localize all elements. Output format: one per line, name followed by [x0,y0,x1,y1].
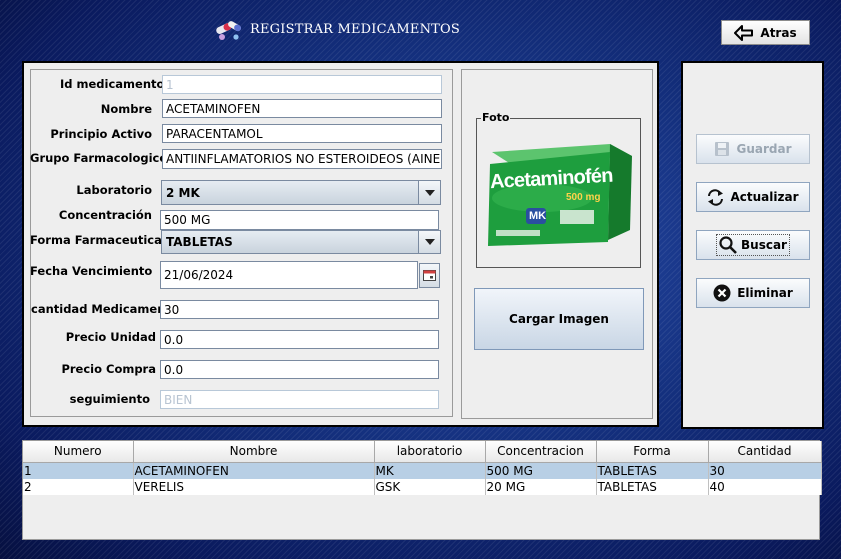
eliminar-label: Eliminar [737,286,793,300]
table-cell: MK [374,462,486,479]
fecha-label: Fecha Vencimiento [30,264,153,278]
laboratorio-value: 2 MK [166,185,200,200]
table-header: Numero Nombre laboratorio Concentracion … [23,441,822,463]
actualizar-label: Actualizar [730,190,799,204]
forma-select[interactable]: TABLETAS [161,230,441,254]
cantidad-label: cantidad Medicamento [31,302,179,316]
back-button[interactable]: Atras [721,20,810,45]
column-header[interactable]: laboratorio [374,441,486,463]
precio-compra-label: Precio Compra [61,362,156,376]
chevron-down-icon[interactable] [418,231,440,253]
table-cell: 30 [708,462,822,479]
box-dose-text: 500 mg [566,192,601,203]
calendar-button[interactable] [419,263,440,288]
concentracion-label: Concentración [58,208,152,222]
column-header[interactable]: Forma [596,441,709,463]
save-icon [715,142,730,156]
column-header[interactable]: Concentracion [485,441,597,463]
table-cell: 500 MG [485,462,597,479]
eliminar-button[interactable]: Eliminar [696,278,810,308]
buscar-label: Buscar [741,238,787,252]
table-cell: VERELIS [133,478,375,495]
forma-value: TABLETAS [166,235,233,249]
id-label: Id medicamento [60,77,165,91]
principio-label: Principio Activo [50,127,152,141]
table-row[interactable]: 2 VERELIS GSK 20 MG TABLETAS 40 [23,478,822,495]
column-header[interactable]: Cantidad [708,441,822,463]
precio-unidad-label: Precio Unidad [65,330,156,344]
cantidad-field[interactable]: 30 [160,300,439,319]
box-logo-text: MK [529,210,547,222]
column-header[interactable]: Nombre [133,441,375,463]
table-cell: 20 MG [485,478,597,495]
principio-field[interactable]: PARACENTAMOL [162,124,442,143]
cargar-imagen-label: Cargar Imagen [509,312,609,326]
guardar-label: Guardar [736,142,792,156]
nombre-field[interactable]: ACETAMINOFEN [162,99,442,118]
window-title: REGISTRAR MEDICAMENTOS [214,16,460,42]
back-label: Atras [760,25,797,40]
grupo-field[interactable]: ANTIINFLAMATORIOS NO ESTEROIDEOS (AINE) [162,149,442,169]
medicine-box-image: Acetaminofén 500 mg MK [482,122,636,262]
table-cell: TABLETAS [596,462,709,479]
table-row[interactable]: 1 ACETAMINOFEN MK 500 MG TABLETAS 30 [23,462,822,479]
id-field[interactable]: 1 [162,75,442,94]
fecha-field[interactable]: 21/06/2024 [160,261,418,289]
calendar-icon [423,270,436,281]
column-header[interactable]: Numero [23,441,134,463]
forma-label: Forma Farmaceutica [30,233,162,247]
table-cell: 1 [23,462,134,479]
laboratorio-select[interactable]: 2 MK [161,180,441,205]
back-arrow-icon [734,24,754,41]
delete-icon [713,284,731,302]
guardar-button[interactable]: Guardar [696,134,810,164]
actualizar-button[interactable]: Actualizar [696,182,810,212]
table-cell: 2 [23,478,134,495]
seguimiento-label: seguimiento [69,392,150,406]
table-cell: GSK [374,478,486,495]
buscar-button[interactable]: Buscar [696,230,810,260]
laboratorio-label: Laboratorio [76,183,152,197]
refresh-icon [708,188,724,206]
table-cell: 40 [708,478,822,495]
table-cell: ACETAMINOFEN [133,462,375,479]
chevron-down-icon[interactable] [418,181,440,204]
search-icon [719,236,737,254]
table-cell: TABLETAS [596,478,709,495]
precio-unidad-field[interactable]: 0.0 [160,330,439,349]
buscar-focus: Buscar [716,234,790,256]
pills-icon [214,17,244,41]
medicamentos-table: Numero Nombre laboratorio Concentracion … [22,440,822,540]
cargar-imagen-button[interactable]: Cargar Imagen [474,288,644,350]
page-title: REGISTRAR MEDICAMENTOS [250,21,460,37]
seguimiento-field[interactable]: BIEN [160,390,439,409]
nombre-label: Nombre [100,102,152,116]
concentracion-field[interactable]: 500 MG [160,210,439,230]
grupo-label: Grupo Farmacologico [30,151,168,165]
precio-compra-field[interactable]: 0.0 [160,360,439,379]
